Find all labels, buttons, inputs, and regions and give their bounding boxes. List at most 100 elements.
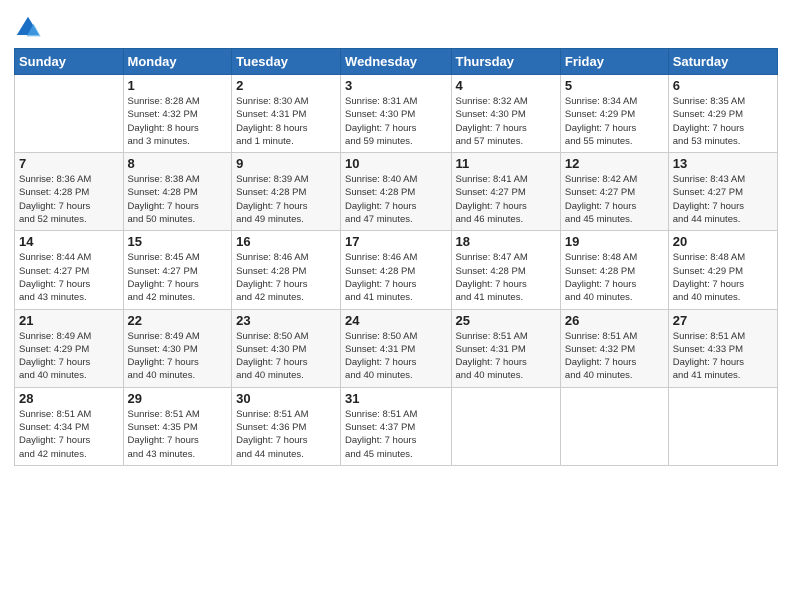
- day-info: Sunrise: 8:50 AM Sunset: 4:31 PM Dayligh…: [345, 330, 446, 383]
- calendar-cell: 4 Sunrise: 8:32 AM Sunset: 4:30 PM Daylig…: [451, 75, 560, 153]
- day-info: Sunrise: 8:51 AM Sunset: 4:37 PM Dayligh…: [345, 408, 446, 461]
- calendar-cell: 8 Sunrise: 8:38 AM Sunset: 4:28 PM Daylig…: [123, 153, 232, 231]
- day-number: 3: [345, 78, 446, 93]
- day-number: 22: [128, 313, 228, 328]
- day-number: 4: [456, 78, 556, 93]
- calendar-cell: 22Sunrise: 8:49 AM Sunset: 4:30 PM Dayli…: [123, 309, 232, 387]
- calendar-cell: 28 Sunrise: 8:51 AM Sunset: 4:34 PM Dayli…: [15, 387, 124, 465]
- day-number: 6: [673, 78, 773, 93]
- day-info: Sunrise: 8:40 AM Sunset: 4:28 PM Dayligh…: [345, 173, 446, 226]
- day-number: 9: [236, 156, 336, 171]
- logo-icon: [14, 14, 42, 42]
- day-info: Sunrise: 8:51 AM Sunset: 4:35 PM Dayligh…: [128, 408, 228, 461]
- calendar-cell: 12Sunrise: 8:42 AM Sunset: 4:27 PM Dayli…: [560, 153, 668, 231]
- day-number: 19: [565, 234, 664, 249]
- day-info: Sunrise: 8:31 AM Sunset: 4:30 PM Dayligh…: [345, 95, 446, 148]
- day-number: 2: [236, 78, 336, 93]
- page: SundayMondayTuesdayWednesdayThursdayFrid…: [0, 0, 792, 612]
- calendar-cell: 17Sunrise: 8:46 AM Sunset: 4:28 PM Dayli…: [341, 231, 451, 309]
- day-info: Sunrise: 8:46 AM Sunset: 4:28 PM Dayligh…: [345, 251, 446, 304]
- calendar-cell: [560, 387, 668, 465]
- calendar-cell: 1 Sunrise: 8:28 AM Sunset: 4:32 PM Daylig…: [123, 75, 232, 153]
- day-info: Sunrise: 8:30 AM Sunset: 4:31 PM Dayligh…: [236, 95, 336, 148]
- day-number: 18: [456, 234, 556, 249]
- day-number: 10: [345, 156, 446, 171]
- weekday-header-tuesday: Tuesday: [232, 49, 341, 75]
- day-info: Sunrise: 8:32 AM Sunset: 4:30 PM Dayligh…: [456, 95, 556, 148]
- header: [14, 10, 778, 42]
- day-number: 30: [236, 391, 336, 406]
- day-info: Sunrise: 8:36 AM Sunset: 4:28 PM Dayligh…: [19, 173, 119, 226]
- day-number: 13: [673, 156, 773, 171]
- calendar-cell: [668, 387, 777, 465]
- calendar-cell: 29 Sunrise: 8:51 AM Sunset: 4:35 PM Dayli…: [123, 387, 232, 465]
- calendar-cell: 25 Sunrise: 8:51 AM Sunset: 4:31 PM Dayli…: [451, 309, 560, 387]
- calendar-week-3: 14Sunrise: 8:44 AM Sunset: 4:27 PM Dayli…: [15, 231, 778, 309]
- calendar-cell: 23 Sunrise: 8:50 AM Sunset: 4:30 PM Dayli…: [232, 309, 341, 387]
- calendar-cell: 14Sunrise: 8:44 AM Sunset: 4:27 PM Dayli…: [15, 231, 124, 309]
- day-info: Sunrise: 8:48 AM Sunset: 4:28 PM Dayligh…: [565, 251, 664, 304]
- day-info: Sunrise: 8:44 AM Sunset: 4:27 PM Dayligh…: [19, 251, 119, 304]
- day-number: 26: [565, 313, 664, 328]
- day-info: Sunrise: 8:35 AM Sunset: 4:29 PM Dayligh…: [673, 95, 773, 148]
- calendar-week-2: 7 Sunrise: 8:36 AM Sunset: 4:28 PM Daylig…: [15, 153, 778, 231]
- day-info: Sunrise: 8:48 AM Sunset: 4:29 PM Dayligh…: [673, 251, 773, 304]
- calendar-cell: 19 Sunrise: 8:48 AM Sunset: 4:28 PM Dayli…: [560, 231, 668, 309]
- calendar-cell: 21Sunrise: 8:49 AM Sunset: 4:29 PM Dayli…: [15, 309, 124, 387]
- calendar-cell: 9 Sunrise: 8:39 AM Sunset: 4:28 PM Daylig…: [232, 153, 341, 231]
- logo: [14, 14, 46, 42]
- calendar-cell: 5 Sunrise: 8:34 AM Sunset: 4:29 PM Daylig…: [560, 75, 668, 153]
- day-number: 12: [565, 156, 664, 171]
- day-info: Sunrise: 8:38 AM Sunset: 4:28 PM Dayligh…: [128, 173, 228, 226]
- day-info: Sunrise: 8:49 AM Sunset: 4:29 PM Dayligh…: [19, 330, 119, 383]
- weekday-header-monday: Monday: [123, 49, 232, 75]
- day-info: Sunrise: 8:50 AM Sunset: 4:30 PM Dayligh…: [236, 330, 336, 383]
- day-number: 8: [128, 156, 228, 171]
- day-info: Sunrise: 8:46 AM Sunset: 4:28 PM Dayligh…: [236, 251, 336, 304]
- calendar-table: SundayMondayTuesdayWednesdayThursdayFrid…: [14, 48, 778, 466]
- calendar-cell: [15, 75, 124, 153]
- calendar-cell: 27Sunrise: 8:51 AM Sunset: 4:33 PM Dayli…: [668, 309, 777, 387]
- calendar-week-4: 21Sunrise: 8:49 AM Sunset: 4:29 PM Dayli…: [15, 309, 778, 387]
- day-number: 15: [128, 234, 228, 249]
- day-number: 25: [456, 313, 556, 328]
- day-number: 29: [128, 391, 228, 406]
- calendar-cell: 6 Sunrise: 8:35 AM Sunset: 4:29 PM Daylig…: [668, 75, 777, 153]
- weekday-header-friday: Friday: [560, 49, 668, 75]
- calendar-cell: 2 Sunrise: 8:30 AM Sunset: 4:31 PM Daylig…: [232, 75, 341, 153]
- day-info: Sunrise: 8:51 AM Sunset: 4:32 PM Dayligh…: [565, 330, 664, 383]
- day-info: Sunrise: 8:47 AM Sunset: 4:28 PM Dayligh…: [456, 251, 556, 304]
- weekday-header-wednesday: Wednesday: [341, 49, 451, 75]
- calendar-cell: [451, 387, 560, 465]
- day-info: Sunrise: 8:39 AM Sunset: 4:28 PM Dayligh…: [236, 173, 336, 226]
- calendar-cell: 30 Sunrise: 8:51 AM Sunset: 4:36 PM Dayli…: [232, 387, 341, 465]
- calendar-cell: 26 Sunrise: 8:51 AM Sunset: 4:32 PM Dayli…: [560, 309, 668, 387]
- calendar-cell: 7 Sunrise: 8:36 AM Sunset: 4:28 PM Daylig…: [15, 153, 124, 231]
- calendar-cell: 3 Sunrise: 8:31 AM Sunset: 4:30 PM Daylig…: [341, 75, 451, 153]
- calendar-cell: 15 Sunrise: 8:45 AM Sunset: 4:27 PM Dayli…: [123, 231, 232, 309]
- calendar-cell: 16 Sunrise: 8:46 AM Sunset: 4:28 PM Dayli…: [232, 231, 341, 309]
- day-info: Sunrise: 8:45 AM Sunset: 4:27 PM Dayligh…: [128, 251, 228, 304]
- calendar-cell: 11Sunrise: 8:41 AM Sunset: 4:27 PM Dayli…: [451, 153, 560, 231]
- calendar-week-5: 28 Sunrise: 8:51 AM Sunset: 4:34 PM Dayli…: [15, 387, 778, 465]
- day-info: Sunrise: 8:28 AM Sunset: 4:32 PM Dayligh…: [128, 95, 228, 148]
- calendar-week-1: 1 Sunrise: 8:28 AM Sunset: 4:32 PM Daylig…: [15, 75, 778, 153]
- day-info: Sunrise: 8:51 AM Sunset: 4:34 PM Dayligh…: [19, 408, 119, 461]
- day-info: Sunrise: 8:51 AM Sunset: 4:36 PM Dayligh…: [236, 408, 336, 461]
- day-info: Sunrise: 8:34 AM Sunset: 4:29 PM Dayligh…: [565, 95, 664, 148]
- day-info: Sunrise: 8:43 AM Sunset: 4:27 PM Dayligh…: [673, 173, 773, 226]
- calendar-cell: 10 Sunrise: 8:40 AM Sunset: 4:28 PM Dayli…: [341, 153, 451, 231]
- day-number: 23: [236, 313, 336, 328]
- calendar-cell: 18 Sunrise: 8:47 AM Sunset: 4:28 PM Dayli…: [451, 231, 560, 309]
- day-number: 20: [673, 234, 773, 249]
- day-number: 5: [565, 78, 664, 93]
- day-number: 31: [345, 391, 446, 406]
- day-number: 27: [673, 313, 773, 328]
- day-number: 1: [128, 78, 228, 93]
- day-number: 28: [19, 391, 119, 406]
- weekday-header-row: SundayMondayTuesdayWednesdayThursdayFrid…: [15, 49, 778, 75]
- day-number: 7: [19, 156, 119, 171]
- day-info: Sunrise: 8:51 AM Sunset: 4:31 PM Dayligh…: [456, 330, 556, 383]
- calendar-cell: 31 Sunrise: 8:51 AM Sunset: 4:37 PM Dayli…: [341, 387, 451, 465]
- day-number: 16: [236, 234, 336, 249]
